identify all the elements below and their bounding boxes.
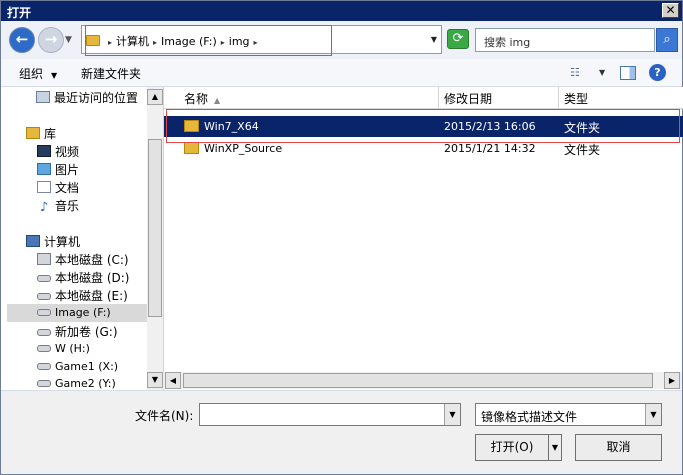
- scroll-up-icon[interactable]: ▲: [147, 89, 163, 105]
- nav-recent-places[interactable]: 最近访问的位置: [36, 89, 138, 106]
- documents-icon: [37, 181, 51, 193]
- chevron-icon[interactable]: ▸: [254, 38, 258, 47]
- address-bar-area: ← → ▼ ▸ 计算机 ▸ Image (F:) ▸ img ▸ ▼ ⟳ 搜索 img ⌕: [1, 21, 682, 59]
- column-date[interactable]: 修改日期: [444, 90, 492, 107]
- video-icon: [37, 145, 51, 157]
- drive-icon: [37, 309, 51, 316]
- window-title: 打开: [7, 6, 32, 20]
- nav-drive-c[interactable]: 本地磁盘 (C:): [37, 251, 129, 268]
- column-divider[interactable]: [558, 87, 559, 109]
- navigation-pane: 最近访问的位置 库 视频 图片 文档 ♪ 音乐 计算机 本地磁盘 (C:) 本地磁…: [1, 87, 163, 390]
- scroll-down-icon[interactable]: ▼: [147, 372, 163, 388]
- chevron-icon[interactable]: ▸: [221, 38, 225, 47]
- view-options-icon[interactable]: ☷: [570, 66, 580, 79]
- preview-pane-icon[interactable]: [620, 66, 636, 80]
- toolbar: 组织 ▼ 新建文件夹 ☷ ▼ ?: [1, 59, 682, 87]
- nav-vertical-scrollbar[interactable]: ▲ ▼: [147, 87, 163, 390]
- crumb-computer[interactable]: 计算机: [116, 35, 149, 48]
- file-type: 文件夹: [564, 143, 601, 157]
- dialog-footer: 文件名(N): ▼ 镜像格式描述文件 ▼ 打开(O) ▼ 取消: [1, 390, 682, 474]
- scroll-thumb[interactable]: [183, 373, 653, 388]
- nav-drive-x[interactable]: Game1 (X:): [37, 360, 118, 373]
- crumb-img[interactable]: img: [229, 35, 250, 48]
- chevron-down-icon: ▼: [51, 71, 58, 80]
- row-highlight-box: [166, 109, 680, 143]
- drive-icon: [37, 380, 51, 387]
- scroll-thumb[interactable]: [148, 139, 162, 317]
- nav-drive-d[interactable]: 本地磁盘 (D:): [37, 269, 129, 286]
- sort-ascending-icon: ▲: [214, 96, 221, 105]
- nav-drive-h[interactable]: W (H:): [37, 342, 90, 355]
- view-dropdown-icon[interactable]: ▼: [599, 68, 605, 77]
- search-icon[interactable]: ⌕: [656, 28, 678, 52]
- chevron-icon[interactable]: ▸: [108, 38, 112, 47]
- recent-places-icon: [36, 91, 50, 103]
- system-drive-icon: [37, 253, 51, 265]
- column-type[interactable]: 类型: [564, 90, 588, 107]
- crumb-image-drive[interactable]: Image (F:): [161, 35, 217, 48]
- address-bar[interactable]: ▸ 计算机 ▸ Image (F:) ▸ img ▸ ▼: [81, 25, 442, 56]
- chevron-icon[interactable]: ▸: [153, 38, 157, 47]
- close-icon[interactable]: ✕: [662, 3, 679, 18]
- cancel-button[interactable]: 取消: [575, 434, 662, 461]
- drive-icon: [37, 329, 51, 336]
- folder-icon: [86, 35, 100, 46]
- chevron-down-icon[interactable]: ▼: [645, 404, 661, 425]
- nav-computer[interactable]: 计算机: [26, 233, 80, 250]
- forward-button[interactable]: →: [38, 27, 64, 53]
- nav-pictures[interactable]: 图片: [37, 161, 79, 178]
- nav-documents[interactable]: 文档: [37, 179, 79, 196]
- address-dropdown-icon[interactable]: ▼: [431, 35, 437, 44]
- help-icon[interactable]: ?: [649, 64, 666, 81]
- drive-icon: [37, 275, 51, 282]
- filename-label: 文件名(N):: [135, 409, 194, 423]
- scroll-right-icon[interactable]: ▶: [664, 372, 680, 389]
- nav-libraries[interactable]: 库: [26, 125, 56, 142]
- drive-icon: [37, 363, 51, 370]
- search-placeholder: 搜索 img: [484, 36, 531, 49]
- history-dropdown-icon[interactable]: ▼: [65, 35, 72, 45]
- chevron-down-icon[interactable]: ▼: [444, 404, 460, 425]
- open-options-dropdown[interactable]: ▼: [548, 434, 562, 461]
- organize-button[interactable]: 组织 ▼: [19, 65, 57, 82]
- filetype-value: 镜像格式描述文件: [481, 410, 578, 424]
- drive-icon: [37, 293, 51, 300]
- nav-drive-e[interactable]: 本地磁盘 (E:): [37, 287, 128, 304]
- computer-icon: [26, 235, 40, 247]
- column-divider[interactable]: [438, 87, 439, 109]
- organize-label: 组织: [19, 67, 44, 81]
- refresh-icon[interactable]: ⟳: [447, 29, 469, 49]
- scroll-left-icon[interactable]: ◀: [165, 372, 181, 389]
- nav-drive-y[interactable]: Game2 (Y:): [37, 377, 116, 390]
- library-icon: [26, 127, 40, 139]
- file-list: 名称 ▲ 修改日期 类型 Win7_X64 2015/2/13 16:06 文件夹…: [163, 87, 683, 390]
- breadcrumb: ▸ 计算机 ▸ Image (F:) ▸ img ▸: [86, 33, 262, 49]
- back-button[interactable]: ←: [9, 27, 35, 53]
- column-name[interactable]: 名称 ▲: [184, 90, 220, 107]
- new-folder-button[interactable]: 新建文件夹: [81, 65, 141, 82]
- file-name: WinXP_Source: [204, 142, 283, 155]
- music-icon: ♪: [39, 200, 49, 215]
- drive-icon: [37, 345, 51, 352]
- nav-music[interactable]: ♪ 音乐: [37, 197, 79, 216]
- open-button[interactable]: 打开(O): [475, 434, 549, 461]
- nav-drive-f[interactable]: Image (F:): [7, 304, 147, 322]
- search-input[interactable]: 搜索 img: [475, 28, 655, 52]
- nav-drive-g[interactable]: 新加卷 (G:): [37, 323, 118, 340]
- list-horizontal-scrollbar[interactable]: ◀ ▶: [163, 372, 682, 389]
- filetype-select[interactable]: 镜像格式描述文件 ▼: [475, 403, 662, 426]
- pictures-icon: [37, 163, 51, 175]
- open-file-dialog: 打开 ✕ ← → ▼ ▸ 计算机 ▸ Image (F:) ▸ img ▸ ▼ ⟳ 搜索 i…: [0, 0, 683, 475]
- nav-videos[interactable]: 视频: [37, 143, 79, 160]
- filename-input[interactable]: ▼: [199, 403, 461, 426]
- file-date: 2015/1/21 14:32: [444, 142, 536, 155]
- column-header: 名称 ▲ 修改日期 类型: [164, 87, 683, 109]
- folder-icon: [184, 142, 199, 154]
- title-bar: 打开 ✕: [1, 1, 682, 21]
